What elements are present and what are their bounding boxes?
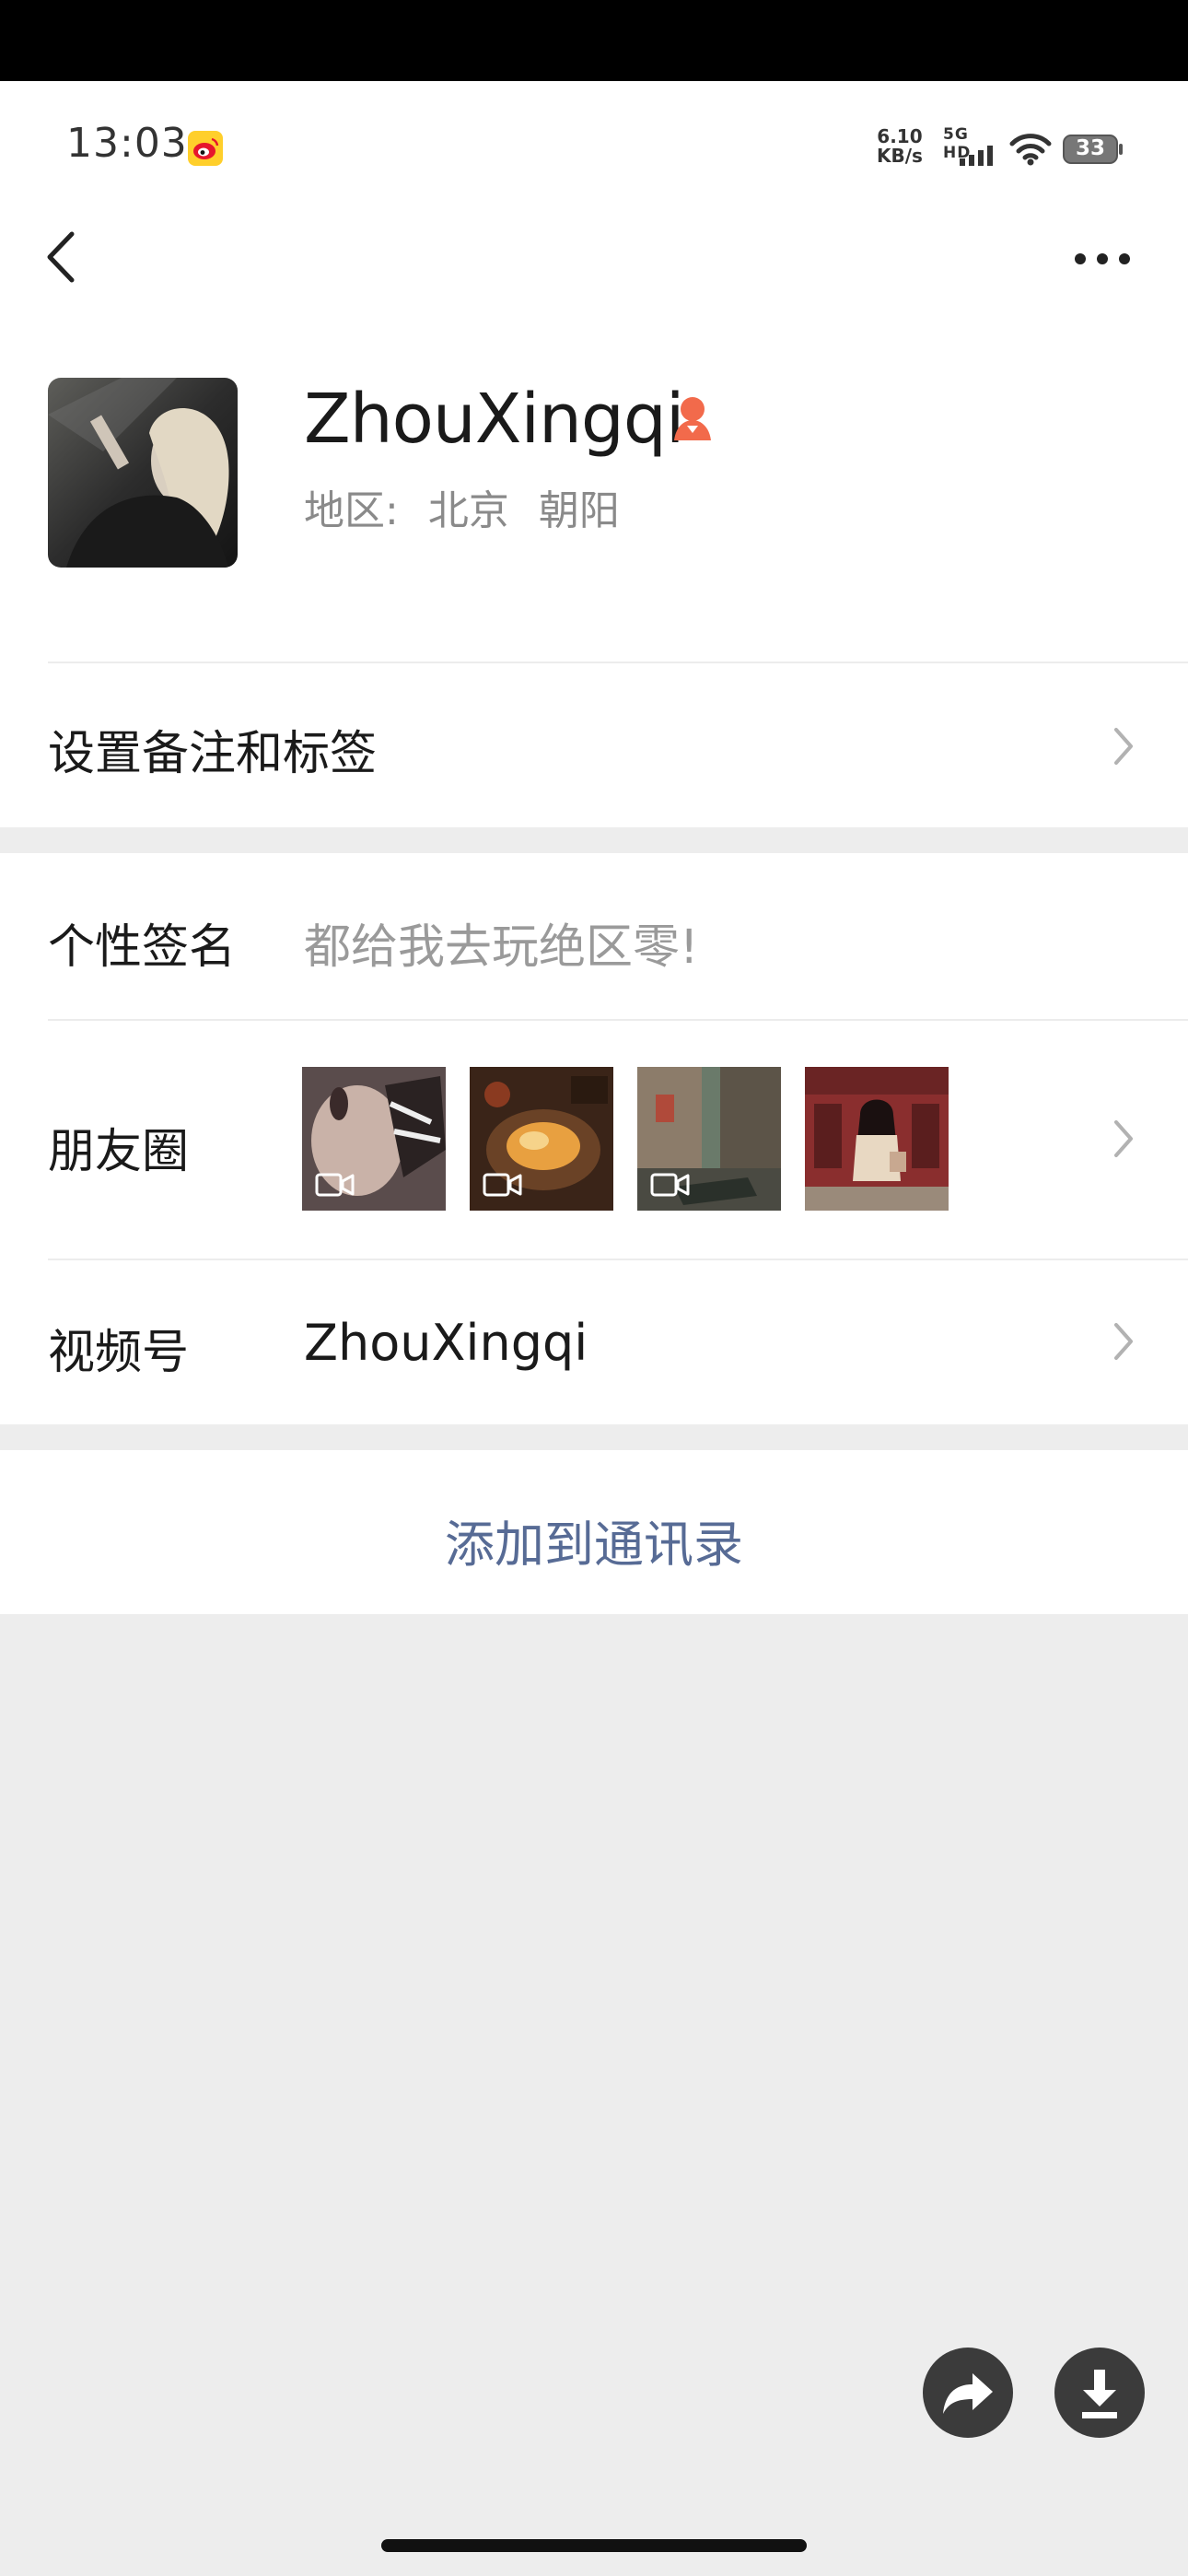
chevron-right-icon (1114, 1120, 1133, 1157)
video-icon (483, 1173, 522, 1197)
wifi-icon (1009, 134, 1052, 166)
video-icon (315, 1173, 355, 1197)
net-speed-value: 6.10 (877, 125, 923, 147)
share-arrow-icon (943, 2373, 993, 2414)
home-indicator[interactable] (381, 2539, 807, 2552)
battery-icon: 33 (1063, 135, 1124, 164)
divider (48, 1259, 1188, 1260)
chevron-right-icon (1114, 728, 1133, 765)
download-button[interactable] (1054, 2348, 1145, 2438)
region-district: 朝阳 (538, 487, 620, 534)
moment-photo-game[interactable] (637, 1067, 781, 1211)
top-black-band (0, 0, 1188, 81)
channels-label[interactable]: 视频号 (48, 1314, 189, 1382)
region-row: 地区: 北京 朝阳 (304, 477, 636, 536)
video-icon (650, 1173, 690, 1197)
person-badge-icon (674, 397, 711, 440)
avatar[interactable] (48, 378, 238, 568)
net-speed-unit: KB/s (877, 145, 923, 167)
divider (48, 1019, 1188, 1021)
region-city: 北京 (427, 487, 509, 534)
signature-text: 都给我去玩绝区零! (304, 920, 699, 975)
status-bar: 13:03 6.10 KB/s 5G HD 33 (0, 81, 1188, 219)
share-button[interactable] (923, 2348, 1013, 2438)
divider (48, 662, 1188, 663)
profile-name: ZhouXingqi (304, 380, 684, 459)
battery-level: 33 (1075, 136, 1105, 160)
net-speed: 6.10 KB/s (877, 127, 923, 166)
add-contact-button[interactable]: 添加到通讯录 (0, 1504, 1188, 1576)
moment-photo-nails[interactable] (302, 1067, 446, 1211)
status-time: 13:03 (66, 120, 188, 167)
moment-photo-girl[interactable] (805, 1067, 949, 1211)
weibo-icon (188, 131, 223, 166)
cellular-signal-icon: 5G HD (941, 125, 996, 168)
remark-label[interactable]: 设置备注和标签 (48, 715, 377, 783)
region-label: 地区: (304, 487, 399, 534)
chevron-left-icon[interactable] (41, 225, 83, 289)
moments-label[interactable]: 朋友圈 (48, 1113, 189, 1181)
signature-label: 个性签名 (48, 920, 237, 975)
channels-name[interactable]: ZhouXingqi (304, 1314, 588, 1372)
chevron-right-icon (1114, 1323, 1133, 1360)
download-icon (1082, 2370, 1117, 2418)
moment-photo-food[interactable] (470, 1067, 613, 1211)
ellipsis-icon[interactable] (1072, 245, 1133, 273)
